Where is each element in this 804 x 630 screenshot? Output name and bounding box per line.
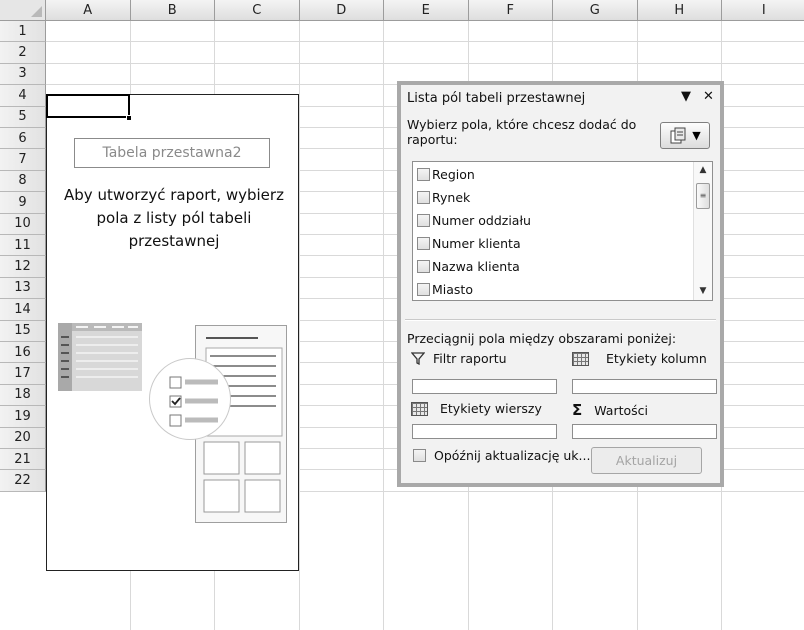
scroll-thumb[interactable]: ≡: [696, 183, 710, 209]
row-header-6[interactable]: 6: [0, 128, 46, 150]
field-layout-button[interactable]: ▼: [660, 122, 710, 149]
row-header-10[interactable]: 10: [0, 213, 46, 235]
report-filter-area-label: Filtr raportu: [411, 351, 507, 366]
field-checkbox[interactable]: [417, 236, 430, 250]
row-header-4[interactable]: 4: [0, 85, 46, 107]
field-label: Numer klienta: [432, 235, 521, 251]
select-all-triangle-icon: [31, 6, 42, 17]
row-header-11[interactable]: 11: [0, 235, 46, 257]
row-header-19[interactable]: 19: [0, 406, 46, 428]
row-header-5[interactable]: 5: [0, 106, 46, 128]
values-label: Wartości: [594, 402, 649, 418]
row-header-14[interactable]: 14: [0, 299, 46, 321]
column-header-b[interactable]: B: [130, 0, 215, 21]
row-header-13[interactable]: 13: [0, 277, 46, 300]
chevron-down-icon: ▼: [692, 129, 701, 142]
checklist-illustration-icon: [149, 358, 231, 440]
column-header-f[interactable]: F: [468, 0, 553, 21]
row-header-1[interactable]: 1: [0, 21, 46, 43]
field-list-box[interactable]: Region Rynek Numer oddziału Numer klienta Na…: [412, 161, 713, 301]
column-gridline: [383, 21, 384, 630]
column-header-i[interactable]: I: [722, 0, 804, 21]
active-cell-a3[interactable]: [46, 94, 130, 118]
field-item[interactable]: Miasto: [417, 279, 473, 299]
defer-update-label: Opóźnij aktualizację uk...: [434, 448, 591, 463]
pivot-field-list-pane[interactable]: Lista pól tabeli przestawnej ▼ ✕ Wybierz…: [397, 81, 724, 487]
drag-fields-prompt: Przeciągnij pola między obszarami poniże…: [407, 331, 677, 346]
column-header-h[interactable]: H: [637, 0, 722, 21]
pivot-table-name: Tabela przestawna2: [74, 138, 270, 168]
row-header-12[interactable]: 12: [0, 256, 46, 278]
select-all-corner[interactable]: [0, 0, 46, 21]
field-checkbox[interactable]: [417, 190, 430, 204]
choose-fields-prompt: Wybierz pola, które chcesz dodać do rapo…: [407, 117, 637, 147]
update-button[interactable]: Aktualizuj: [591, 447, 702, 474]
grid-columns-icon: [572, 351, 589, 366]
column-labels-area-label: Etykiety kolumn: [572, 351, 707, 366]
row-header-15[interactable]: 15: [0, 320, 46, 342]
row-header-21[interactable]: 21: [0, 449, 46, 471]
values-drop-area[interactable]: [572, 424, 717, 439]
pane-title: Lista pól tabeli przestawnej: [407, 91, 586, 106]
fill-handle[interactable]: [126, 115, 132, 121]
field-label: Numer oddziału: [432, 212, 531, 228]
field-label: Region: [432, 166, 475, 182]
pane-divider: [405, 319, 716, 321]
grid-rows-icon: [411, 401, 428, 416]
field-item[interactable]: Numer klienta: [417, 233, 521, 253]
column-header-g[interactable]: G: [553, 0, 638, 21]
field-checkbox[interactable]: [417, 282, 430, 296]
column-labels-drop-area[interactable]: [572, 379, 717, 394]
column-header-a[interactable]: A: [46, 0, 131, 21]
sigma-icon: Σ: [572, 401, 583, 419]
field-item[interactable]: Rynek: [417, 187, 470, 207]
field-list-scrollbar[interactable]: ▲ ≡ ▼: [693, 162, 712, 300]
report-filter-label: Filtr raportu: [433, 351, 507, 366]
pivot-instruction-text: Aby utworzyć raport, wybierz pola z list…: [64, 186, 284, 250]
row-labels-label: Etykiety wierszy: [440, 401, 542, 416]
pivot-table-illustration-icon: [58, 323, 142, 391]
row-gridline: [46, 62, 804, 64]
row-header-3[interactable]: 3: [0, 63, 46, 86]
row-header-2[interactable]: 2: [0, 42, 46, 64]
column-header-e[interactable]: E: [384, 0, 469, 21]
field-label: Miasto: [432, 281, 473, 297]
row-gridline: [46, 41, 804, 43]
values-area-label: Σ Wartości: [572, 401, 648, 419]
field-label: Nazwa klienta: [432, 258, 520, 274]
field-item[interactable]: Numer oddziału: [417, 210, 531, 230]
column-header-c[interactable]: C: [215, 0, 300, 21]
row-labels-drop-area[interactable]: [412, 424, 557, 439]
row-header-8[interactable]: 8: [0, 170, 46, 193]
field-item[interactable]: Nazwa klienta: [417, 256, 520, 276]
row-header-18[interactable]: 18: [0, 384, 46, 407]
field-label: Rynek: [432, 189, 471, 205]
row-header-22[interactable]: 22: [0, 470, 46, 492]
row-header-20[interactable]: 20: [0, 427, 46, 449]
scroll-up-icon[interactable]: ▲: [694, 162, 712, 179]
row-header-7[interactable]: 7: [0, 149, 46, 171]
defer-update-row[interactable]: Opóźnij aktualizację uk...: [413, 448, 590, 463]
pane-options-dropdown-icon[interactable]: ▼: [681, 89, 691, 104]
field-checkbox[interactable]: [417, 213, 430, 227]
column-header-d[interactable]: D: [299, 0, 384, 21]
close-icon[interactable]: ✕: [703, 89, 714, 104]
field-layout-icon: [670, 127, 686, 143]
report-filter-drop-area[interactable]: [412, 379, 557, 394]
row-labels-area-label: Etykiety wierszy: [411, 401, 542, 416]
field-checkbox[interactable]: [417, 259, 430, 273]
field-item[interactable]: Region: [417, 164, 475, 184]
field-checkbox[interactable]: [417, 167, 430, 181]
row-header-9[interactable]: 9: [0, 192, 46, 214]
scroll-down-icon[interactable]: ▼: [694, 283, 712, 300]
row-header-16[interactable]: 16: [0, 342, 46, 364]
funnel-icon: [411, 352, 425, 365]
defer-update-checkbox[interactable]: [413, 449, 426, 462]
column-labels-label: Etykiety kolumn: [606, 351, 707, 366]
row-header-17[interactable]: 17: [0, 363, 46, 385]
